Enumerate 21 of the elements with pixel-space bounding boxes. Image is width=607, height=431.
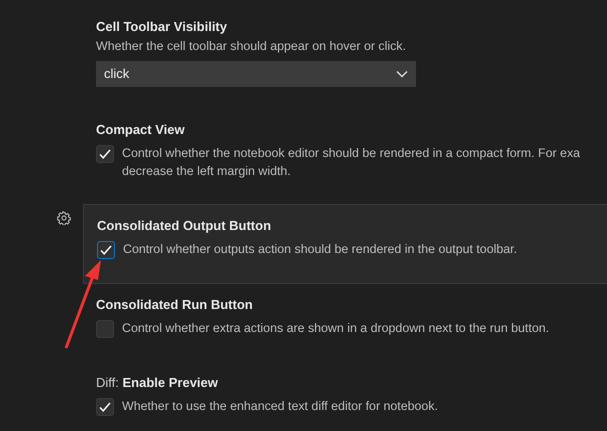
setting-description: Control whether extra actions are shown in a dropdown next to the run button. <box>122 320 550 337</box>
setting-description: Control whether outputs action should be rendered in the output toolbar. <box>123 241 518 258</box>
checkbox[interactable] <box>96 320 114 338</box>
checkbox[interactable] <box>96 398 114 416</box>
setting-title: Consolidated Run Button <box>96 296 254 314</box>
gear-icon[interactable] <box>57 211 71 225</box>
setting-title: Compact View <box>96 121 186 139</box>
check-icon <box>99 243 113 257</box>
setting-description: Whether the cell toolbar should appear on hover or click. <box>96 38 407 55</box>
chevron-icon <box>396 70 408 78</box>
setting-description: Control whether the notebook editor should be rendered in a compact form. For exa <box>122 145 580 162</box>
setting-title: Consolidated Output Button <box>97 217 272 235</box>
checkbox[interactable] <box>97 241 115 259</box>
setting-description: Whether to use the enhanced text diff editor for notebook. <box>122 398 438 415</box>
setting-title: Cell Toolbar Visibility <box>96 18 228 36</box>
checkbox[interactable] <box>96 145 114 163</box>
setting-description: decrease the left margin width. <box>122 163 292 180</box>
setting-title: Diff: Enable Preview <box>96 374 219 392</box>
dropdown[interactable]: click <box>96 61 416 87</box>
check-icon <box>98 400 112 414</box>
check-icon <box>98 147 112 161</box>
